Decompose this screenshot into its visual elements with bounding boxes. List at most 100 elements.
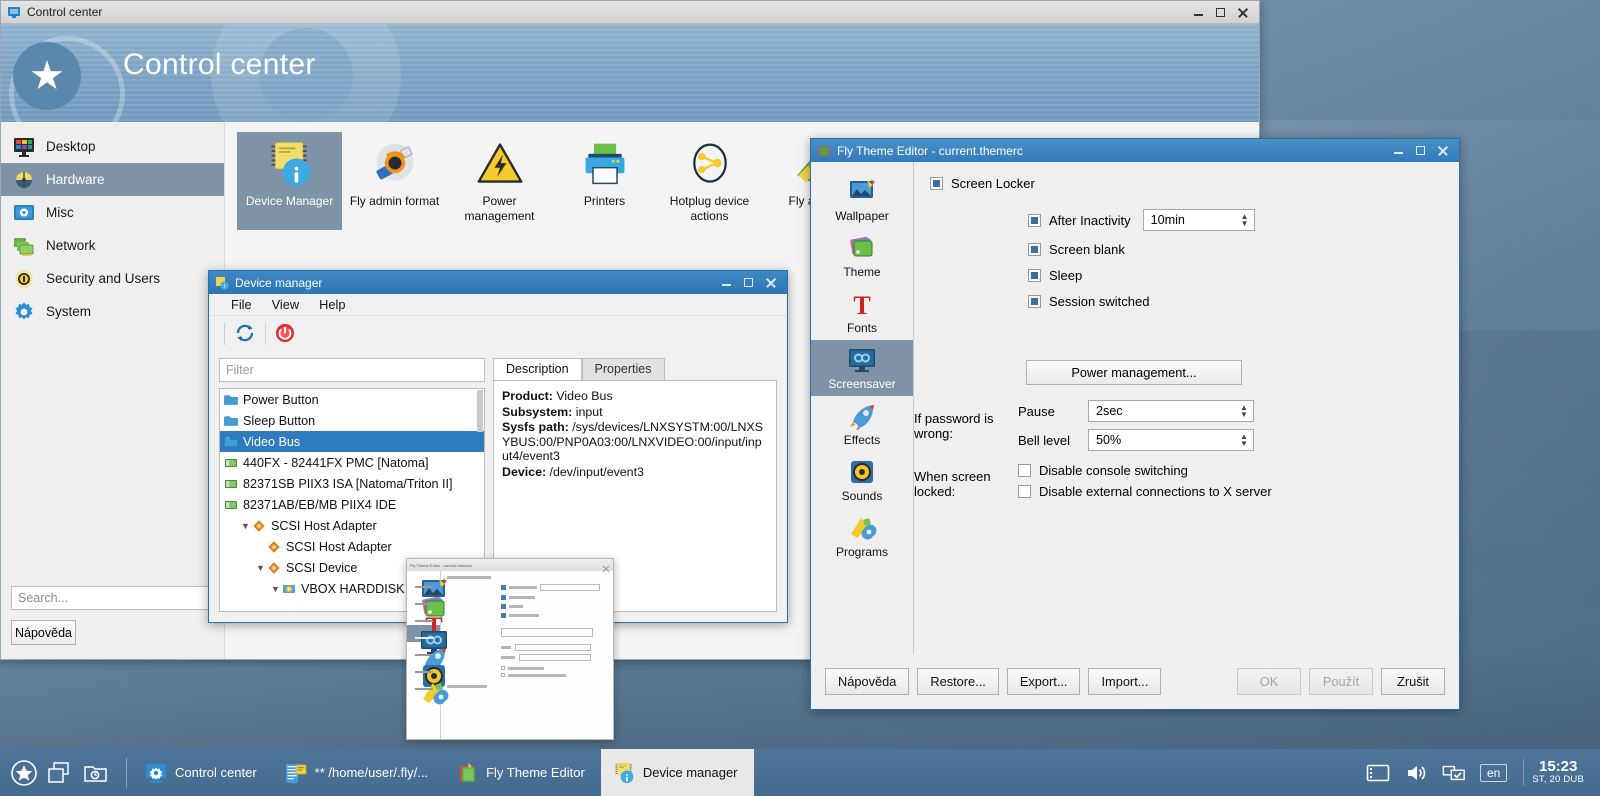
inactivity-spinner-arrows[interactable]: ▲ ▼ bbox=[1240, 212, 1250, 228]
tree-row[interactable]: 440FX - 82441FX PMC [Natoma] bbox=[220, 452, 484, 473]
device-manager-titlebar[interactable]: i Device manager bbox=[209, 271, 787, 294]
tile-printers[interactable]: Printers bbox=[552, 132, 657, 230]
tile-hotplug-device-actions[interactable]: Hotplug device actions bbox=[657, 132, 762, 230]
bell-spinner-arrows[interactable]: ▲ ▼ bbox=[1239, 432, 1249, 448]
bell-level-spinbox[interactable]: 50% ▲ ▼ bbox=[1088, 429, 1254, 451]
close-button[interactable] bbox=[1236, 6, 1249, 19]
tab-properties[interactable]: Properties bbox=[581, 358, 665, 380]
power-button[interactable] bbox=[275, 323, 295, 346]
theme-icon bbox=[813, 233, 911, 263]
system-tray: en 15:23 ST, 20 DUB bbox=[1366, 759, 1600, 786]
taskbar-task-fly-theme-editor[interactable]: Fly Theme Editor bbox=[444, 749, 601, 796]
option-checkbox[interactable] bbox=[1028, 269, 1041, 282]
sidebar-item-desktop[interactable]: Desktop bbox=[1, 130, 224, 163]
menu-help[interactable]: Help bbox=[309, 295, 355, 314]
option-row[interactable]: Screen blank bbox=[1028, 242, 1443, 257]
option-row[interactable]: After Inactivity 10min ▲ ▼ bbox=[1028, 209, 1443, 231]
tree-row[interactable]: 82371AB/EB/MB PIIX4 IDE bbox=[220, 494, 484, 515]
tree-row[interactable]: Sleep Button bbox=[220, 410, 484, 431]
control-center-titlebar[interactable]: Control center bbox=[1, 1, 1259, 24]
taskbar-task-device-manager[interactable]: Device manager bbox=[600, 749, 754, 796]
chevron-down-icon[interactable]: ▼ bbox=[269, 584, 282, 594]
keyboard-layout-indicator[interactable]: en bbox=[1480, 763, 1508, 782]
preview-close-icon[interactable] bbox=[602, 561, 610, 573]
option-checkbox[interactable] bbox=[1028, 213, 1041, 227]
locked-option-checkbox[interactable] bbox=[1018, 485, 1031, 498]
minimize-button[interactable] bbox=[720, 276, 733, 289]
sidebar-item-misc[interactable]: Misc bbox=[1, 196, 224, 229]
option-checkbox[interactable] bbox=[1028, 243, 1041, 256]
taskbar-task-label: Fly Theme Editor bbox=[486, 765, 585, 780]
taskbar-task--home-user-fly-[interactable]: ** /home/user/.fly/... bbox=[273, 749, 444, 796]
tile-device-manager[interactable]: Device Manager bbox=[237, 132, 342, 230]
menu-view[interactable]: View bbox=[262, 295, 310, 314]
tile-fly-admin-format[interactable]: Fly admin format bbox=[342, 132, 447, 230]
close-button[interactable] bbox=[764, 276, 777, 289]
maximize-button[interactable] bbox=[1414, 144, 1427, 157]
footer-button-zruit[interactable]: Zrušit bbox=[1381, 668, 1445, 695]
theme-tab-fonts[interactable]: T Fonts bbox=[811, 284, 913, 340]
maximize-button[interactable] bbox=[1214, 6, 1227, 19]
menu-file[interactable]: File bbox=[221, 295, 262, 314]
taskbar-task-control-center[interactable]: Control center bbox=[133, 749, 273, 796]
chevron-down-icon[interactable]: ▼ bbox=[254, 563, 267, 573]
tree-row[interactable]: SCSI Host Adapter bbox=[220, 536, 484, 557]
option-checkbox[interactable] bbox=[1028, 295, 1041, 308]
theme-tab-theme[interactable]: Theme bbox=[811, 228, 913, 284]
tree-row[interactable]: ▼ SCSI Host Adapter bbox=[220, 515, 484, 536]
maximize-button[interactable] bbox=[742, 276, 755, 289]
show-desktop-icon[interactable] bbox=[46, 759, 74, 787]
power-management-button[interactable]: Power management... bbox=[1026, 360, 1242, 385]
after-inactivity-spinbox[interactable]: 10min ▲ ▼ bbox=[1142, 209, 1255, 231]
help-button[interactable]: Nápověda bbox=[11, 620, 76, 645]
option-row[interactable]: Session switched bbox=[1028, 294, 1443, 309]
footer-button-npovda[interactable]: Nápověda bbox=[825, 668, 910, 695]
volume-icon[interactable] bbox=[1404, 762, 1428, 784]
tab-description[interactable]: Description bbox=[493, 358, 582, 380]
minimize-button[interactable] bbox=[1192, 6, 1205, 19]
footer-button-export[interactable]: Export... bbox=[1006, 668, 1081, 695]
sidebar-item-security-and-users[interactable]: Security and Users bbox=[1, 262, 224, 295]
fly-theme-editor-window[interactable]: Fly Theme Editor - current.themerc Wallp… bbox=[810, 138, 1460, 710]
screen-locker-row[interactable]: Screen Locker bbox=[930, 176, 1443, 191]
start-menu-icon[interactable] bbox=[10, 759, 38, 787]
network-icon[interactable] bbox=[1442, 762, 1466, 784]
locked-option-checkbox[interactable] bbox=[1018, 464, 1031, 477]
pause-spinbox[interactable]: 2sec ▲ ▼ bbox=[1088, 400, 1254, 422]
tree-row[interactable]: Power Button bbox=[220, 389, 484, 410]
locked-option-row[interactable]: Disable external connections to X server bbox=[1018, 484, 1459, 499]
clock[interactable]: 15:23 ST, 20 DUB bbox=[1523, 759, 1588, 786]
tile-power-management[interactable]: Power management bbox=[447, 132, 552, 230]
minimize-button[interactable] bbox=[1392, 144, 1405, 157]
folder-icon bbox=[224, 415, 238, 427]
theme-tab-wallpaper[interactable]: Wallpaper bbox=[811, 172, 913, 228]
pause-spinner-arrows[interactable]: ▲ ▼ bbox=[1239, 403, 1249, 419]
theme-tab-programs[interactable]: Programs bbox=[811, 508, 913, 564]
banner-title: Control center bbox=[123, 48, 316, 81]
chevron-down-icon[interactable]: ▼ bbox=[239, 521, 252, 531]
close-button[interactable] bbox=[1436, 144, 1449, 157]
option-label: After Inactivity bbox=[1049, 212, 1131, 228]
filter-input[interactable]: Filter bbox=[219, 358, 485, 382]
locked-option-row[interactable]: Disable console switching bbox=[1018, 463, 1459, 478]
footer-button-restore[interactable]: Restore... bbox=[917, 668, 999, 695]
tree-row[interactable]: 82371SB PIIX3 ISA [Natoma/Triton II] bbox=[220, 473, 484, 494]
sidebar-item-network[interactable]: Network bbox=[1, 229, 224, 262]
terminal-icon[interactable] bbox=[1366, 762, 1390, 784]
theme-tab-effects[interactable]: Effects bbox=[811, 396, 913, 452]
theme-tab-sounds[interactable]: Sounds bbox=[811, 452, 913, 508]
theme-editor-titlebar[interactable]: Fly Theme Editor - current.themerc bbox=[811, 139, 1459, 162]
tree-scrollbar[interactable] bbox=[477, 390, 483, 432]
footer-button-import[interactable]: Import... bbox=[1088, 668, 1162, 695]
window-preview-thumbnail[interactable]: Fly Theme Editor - current.themerc T bbox=[406, 558, 614, 740]
sidebar-item-hardware[interactable]: Hardware bbox=[1, 163, 224, 196]
tree-row[interactable]: Video Bus bbox=[220, 431, 484, 452]
screen-locker-checkbox[interactable] bbox=[930, 177, 943, 190]
sidebar-item-system[interactable]: System bbox=[1, 295, 224, 328]
option-row[interactable]: Sleep bbox=[1028, 268, 1443, 283]
taskbar[interactable]: Control center ** /home/user/.fly/... Fly … bbox=[0, 749, 1600, 796]
theme-tab-screensaver[interactable]: Screensaver bbox=[811, 340, 913, 396]
refresh-button[interactable] bbox=[234, 322, 256, 347]
workspace-switcher-icon[interactable] bbox=[82, 759, 110, 787]
search-input[interactable]: Search... bbox=[11, 586, 214, 610]
